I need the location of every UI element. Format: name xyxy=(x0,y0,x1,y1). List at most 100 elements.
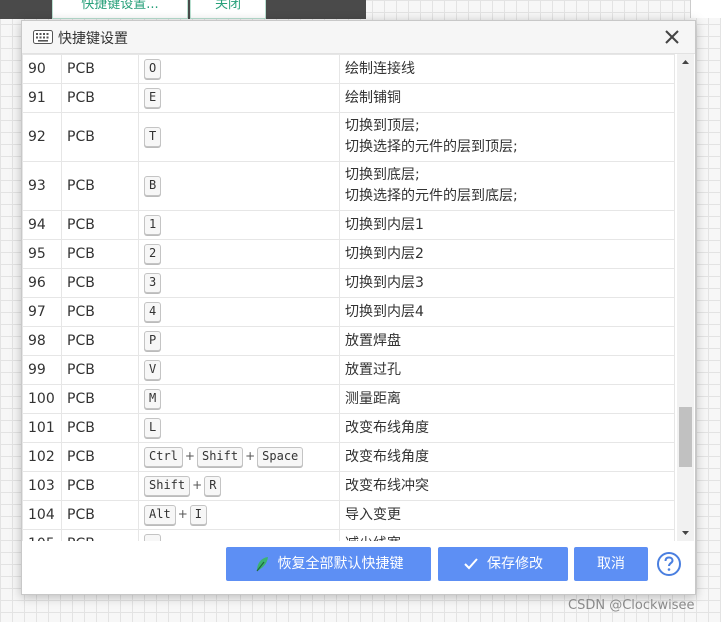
row-description: 导入变更 xyxy=(339,500,675,530)
key-cap: V xyxy=(144,359,162,380)
description-line: 放置过孔 xyxy=(345,361,401,378)
help-icon[interactable] xyxy=(656,551,682,577)
shortcut-keys-cell[interactable]: V xyxy=(138,355,340,385)
table-row[interactable]: 94 PCB 1 切换到内层1 xyxy=(22,210,675,240)
description-line: 减少线宽 xyxy=(345,534,669,542)
close-icon[interactable] xyxy=(662,27,682,47)
shortcut-keys-cell[interactable]: Shift + R xyxy=(138,471,340,501)
table-row[interactable]: 102 PCB Ctrl + Shift + Space 改变布线角度 xyxy=(22,442,675,472)
row-number: 97 xyxy=(22,297,62,327)
scroll-down-icon[interactable] xyxy=(677,524,694,541)
row-number: 100 xyxy=(22,384,62,414)
row-type: PCB xyxy=(61,471,139,501)
row-description: 绘制连接线 xyxy=(339,54,675,84)
row-description: 改变布线角度 xyxy=(339,442,675,472)
key-plus: + xyxy=(192,478,203,493)
check-icon xyxy=(464,558,478,570)
description-line: 绘制铺铜 xyxy=(345,89,401,106)
table-row[interactable]: 99 PCB V 放置过孔 xyxy=(22,355,675,385)
shortcut-keys-cell[interactable]: 2 xyxy=(138,239,340,269)
key-cap: 4 xyxy=(144,301,162,322)
table-row[interactable]: 104 PCB Alt + I 导入变更 xyxy=(22,500,675,530)
keyboard-icon xyxy=(33,30,53,44)
table-row[interactable]: 103 PCB Shift + R 改变布线冲突 xyxy=(22,471,675,501)
table-row[interactable]: 95 PCB 2 切换到内层2 xyxy=(22,239,675,269)
row-number: 105 xyxy=(22,529,62,541)
row-number: 98 xyxy=(22,326,62,356)
row-description: 改变布线冲突 xyxy=(339,471,675,501)
row-number: 94 xyxy=(22,210,62,240)
shortcut-keys-cell[interactable]: P xyxy=(138,326,340,356)
table-row[interactable]: 97 PCB 4 切换到内层4 xyxy=(22,297,675,327)
shortcut-settings-button[interactable]: 快捷键设置... xyxy=(52,0,188,19)
save-button[interactable]: 保存修改 xyxy=(438,547,568,581)
row-type: PCB xyxy=(61,326,139,356)
key-plus: + xyxy=(245,449,256,464)
description-line: 导入变更 xyxy=(345,506,401,523)
table-row[interactable]: 100 PCB M 测量距离 xyxy=(22,384,675,414)
row-type: PCB xyxy=(61,413,139,443)
key-cap: P xyxy=(144,330,162,351)
shortcut-keys-cell[interactable]: O xyxy=(138,54,340,84)
description-line: 切换到内层2 xyxy=(345,245,424,262)
description-line: 切换选择的元件的层到底层; xyxy=(345,188,518,204)
shortcut-table-container: 90 PCB O 绘制连接线 91 PCB E 绘制铺铜 92 PCB T 切换到顶层; 切换选择的元件… xyxy=(22,54,677,541)
save-label: 保存修改 xyxy=(487,556,543,572)
vertical-scrollbar[interactable] xyxy=(677,54,694,541)
right-tab[interactable] xyxy=(690,0,721,18)
row-number: 91 xyxy=(22,83,62,113)
key-plus: + xyxy=(177,507,188,522)
row-description: 绘制铺铜 xyxy=(339,83,675,113)
restore-defaults-button[interactable]: 恢复全部默认快捷键 xyxy=(226,547,431,581)
description-line: 切换到内层3 xyxy=(345,274,424,291)
table-row[interactable]: 90 PCB O 绘制连接线 xyxy=(22,54,675,84)
description-line: 切换到底层; xyxy=(345,167,420,183)
key-cap: Alt xyxy=(144,504,176,525)
row-description: 测量距离 xyxy=(339,384,675,414)
description-line: 改变布线冲突 xyxy=(345,477,429,494)
scroll-up-icon[interactable] xyxy=(677,54,694,71)
table-row[interactable]: 91 PCB E 绘制铺铜 xyxy=(22,83,675,113)
key-cap: Ctrl xyxy=(144,446,183,467)
description-line: 绘制连接线 xyxy=(345,60,415,77)
shortcut-keys-cell[interactable]: 4 xyxy=(138,297,340,327)
row-type: PCB xyxy=(61,268,139,298)
key-cap: 1 xyxy=(144,214,162,235)
description-line: 切换选择的元件的层到顶层; xyxy=(345,139,518,155)
key-cap: 3 xyxy=(144,272,162,293)
close-top-button[interactable]: 关闭 xyxy=(190,0,266,19)
row-description: 切换到底层; 切换选择的元件的层到底层; xyxy=(339,161,675,211)
row-number: 103 xyxy=(22,471,62,501)
table-row[interactable]: 101 PCB L 改变布线角度 xyxy=(22,413,675,443)
row-description: 切换到内层4 xyxy=(339,297,675,327)
row-description: 放置焊盘 xyxy=(339,326,675,356)
key-cap: Shift xyxy=(196,446,244,467)
shortcut-keys-cell[interactable]: Alt + I xyxy=(138,500,340,530)
row-type: PCB xyxy=(61,239,139,269)
shortcut-keys-cell[interactable]: T xyxy=(138,112,340,162)
shortcut-keys-cell[interactable]: Ctrl + Shift + Space xyxy=(138,442,340,472)
cancel-button[interactable]: 取消 xyxy=(574,547,648,581)
shortcut-keys-cell[interactable]: B xyxy=(138,161,340,211)
table-row[interactable]: 96 PCB 3 切换到内层3 xyxy=(22,268,675,298)
table-row[interactable]: 98 PCB P 放置焊盘 xyxy=(22,326,675,356)
scrollbar-thumb[interactable] xyxy=(679,407,692,467)
key-cap: Shift xyxy=(144,475,191,496)
shortcut-keys-cell[interactable]: - xyxy=(138,529,340,541)
table-row[interactable]: 92 PCB T 切换到顶层; 切换选择的元件的层到顶层; xyxy=(22,112,675,162)
table-row[interactable]: 105PCB- 减少线宽 xyxy=(22,529,675,542)
row-type: PCB xyxy=(61,384,139,414)
description-line: 改变布线角度 xyxy=(345,419,429,436)
table-row[interactable]: 93 PCB B 切换到底层; 切换选择的元件的层到底层; xyxy=(22,161,675,211)
key-cap: 2 xyxy=(144,243,162,264)
dialog-titlebar[interactable]: 快捷键设置 xyxy=(22,21,695,54)
shortcut-keys-cell[interactable]: L xyxy=(138,413,340,443)
row-description: 切换到顶层; 切换选择的元件的层到顶层; xyxy=(339,112,675,162)
description-line: 切换到内层4 xyxy=(345,303,424,320)
shortcut-keys-cell[interactable]: 3 xyxy=(138,268,340,298)
shortcut-keys-cell[interactable]: E xyxy=(138,83,340,113)
row-type: PCB xyxy=(61,529,139,541)
shortcut-keys-cell[interactable]: M xyxy=(138,384,340,414)
shortcut-keys-cell[interactable]: 1 xyxy=(138,210,340,240)
row-description: 减少线宽 xyxy=(339,529,675,542)
